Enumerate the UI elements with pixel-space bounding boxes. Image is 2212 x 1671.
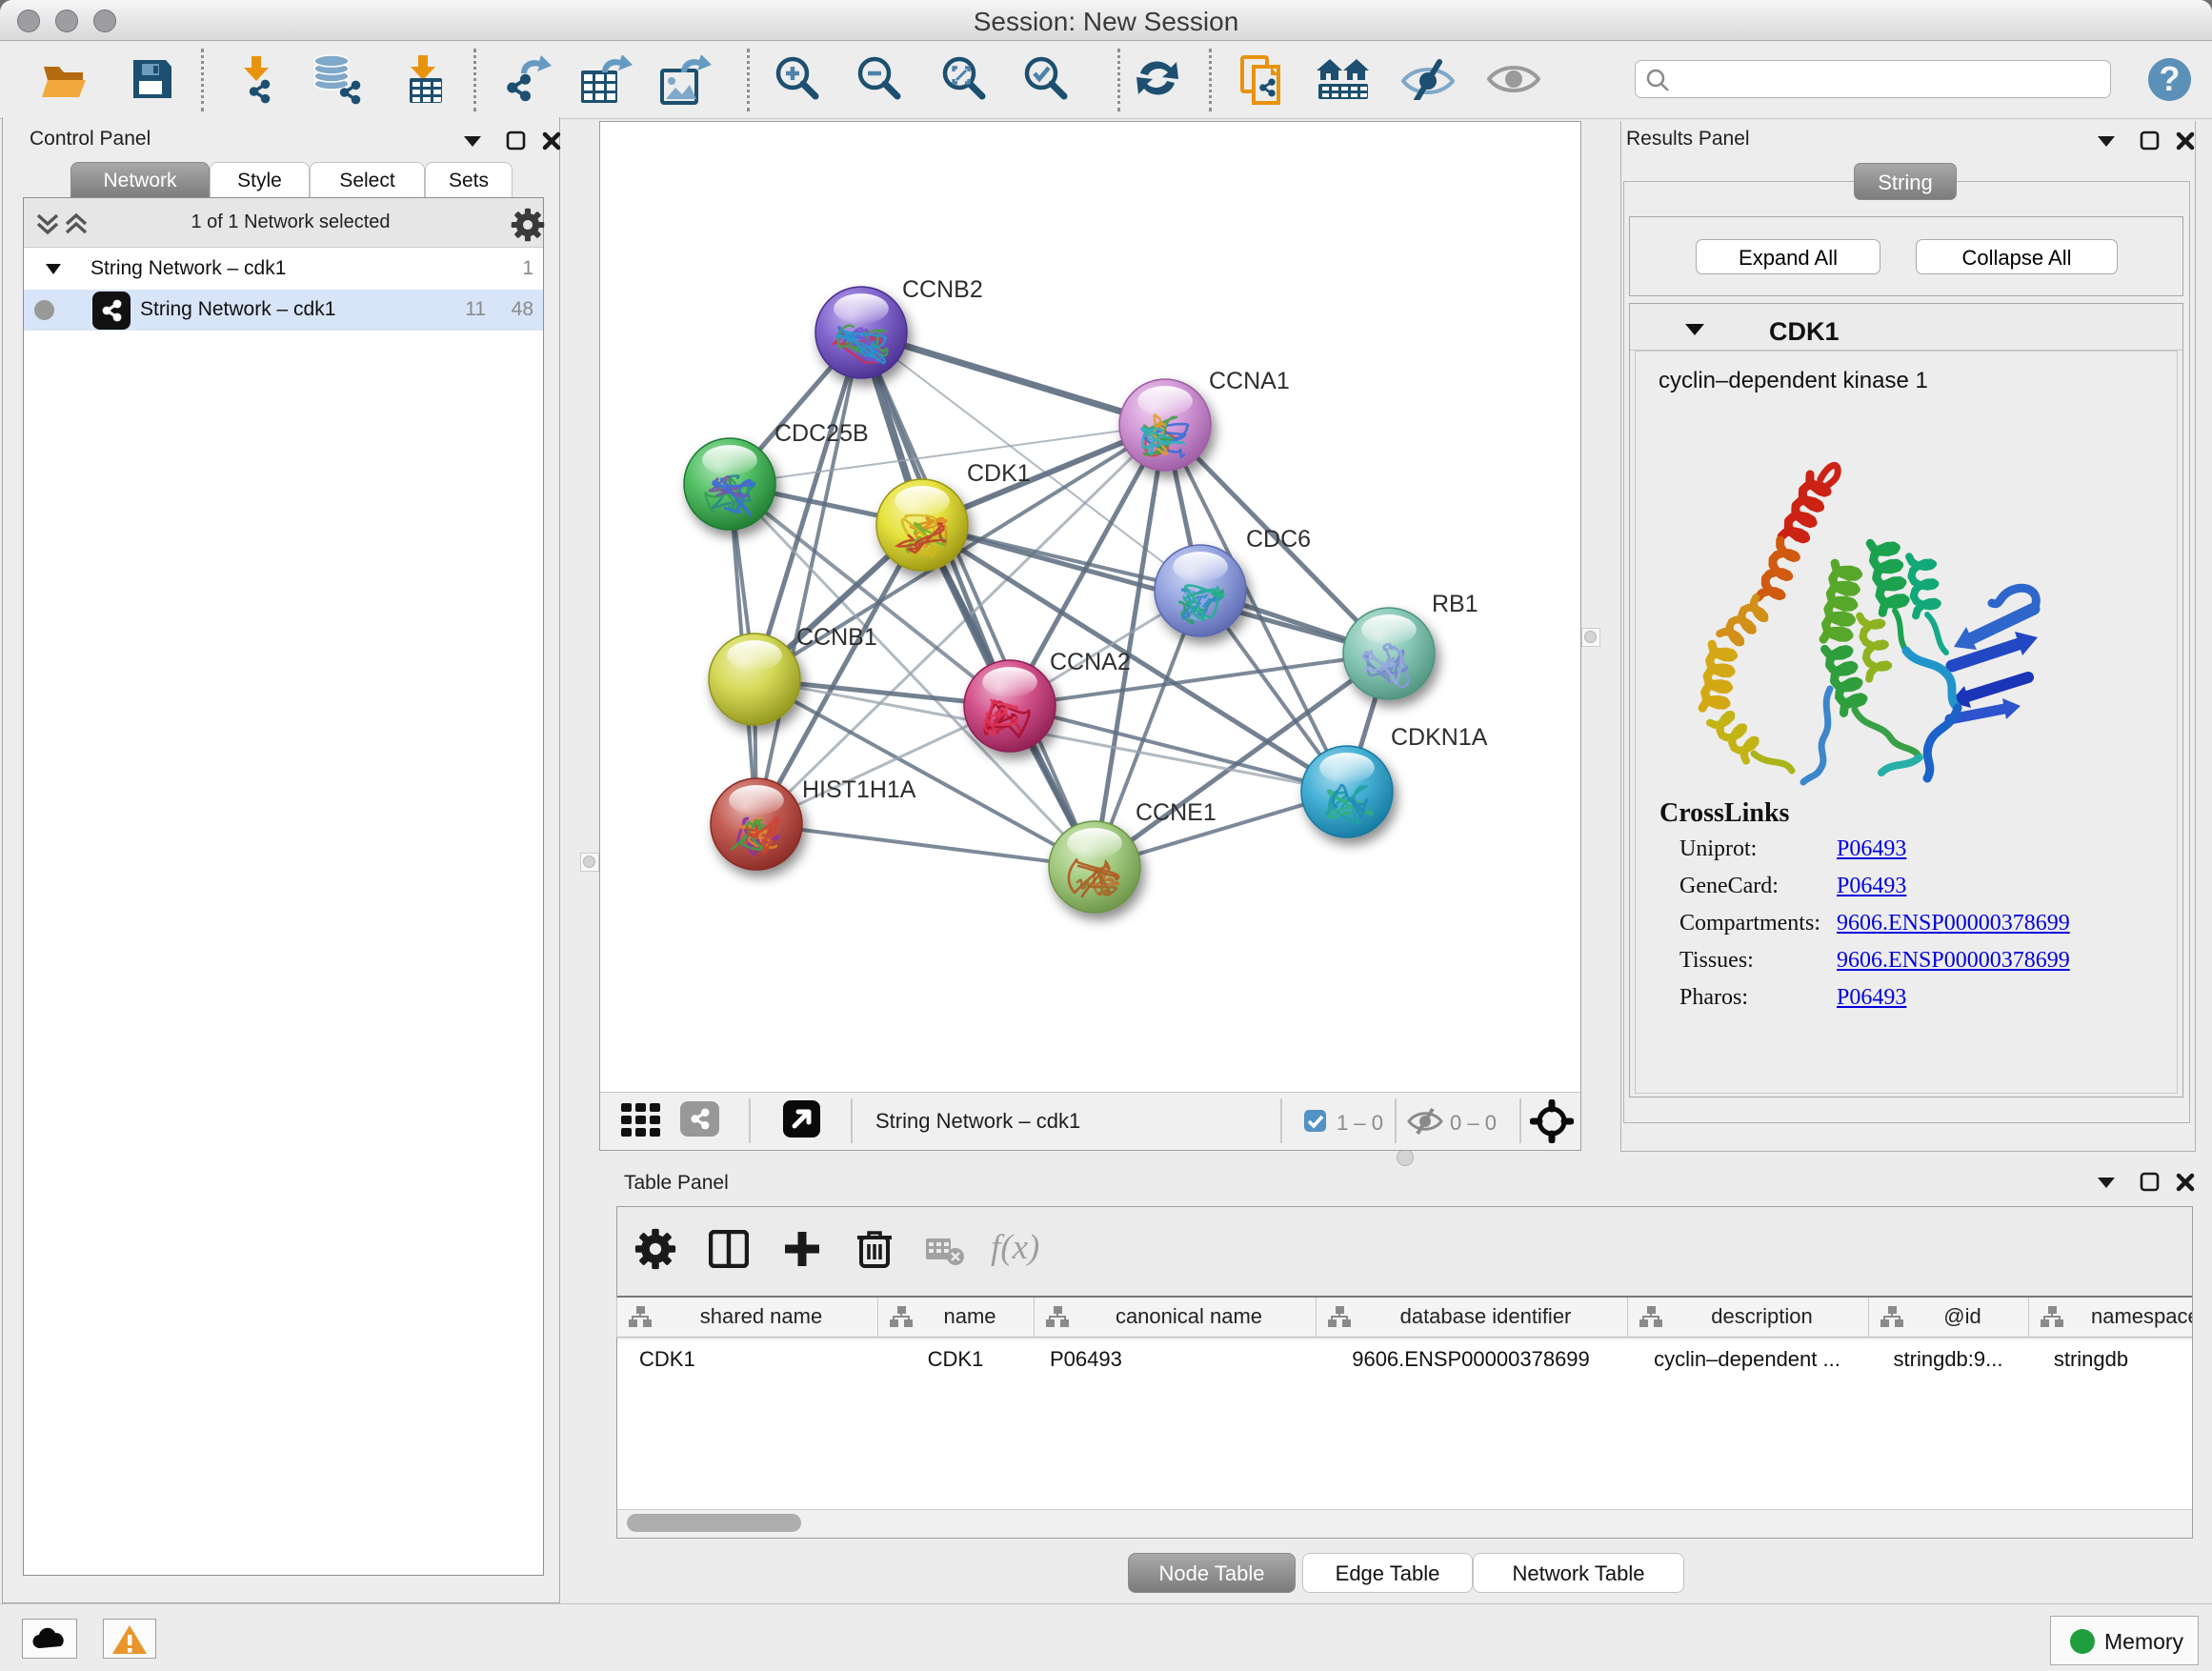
svg-text:CCNB2: CCNB2	[902, 276, 983, 303]
svg-text:CDKN1A: CDKN1A	[1391, 724, 1488, 751]
svg-text:CDC6: CDC6	[1246, 526, 1311, 553]
svg-text:CDC25B: CDC25B	[774, 420, 869, 447]
svg-text:RB1: RB1	[1432, 591, 1478, 617]
svg-text:CDK1: CDK1	[967, 460, 1031, 487]
svg-text:CCNA1: CCNA1	[1209, 368, 1290, 394]
svg-text:CCNE1: CCNE1	[1136, 799, 1217, 826]
svg-text:CCNB1: CCNB1	[796, 624, 877, 651]
svg-text:CCNA2: CCNA2	[1050, 649, 1131, 675]
svg-text:HIST1H1A: HIST1H1A	[802, 776, 916, 803]
